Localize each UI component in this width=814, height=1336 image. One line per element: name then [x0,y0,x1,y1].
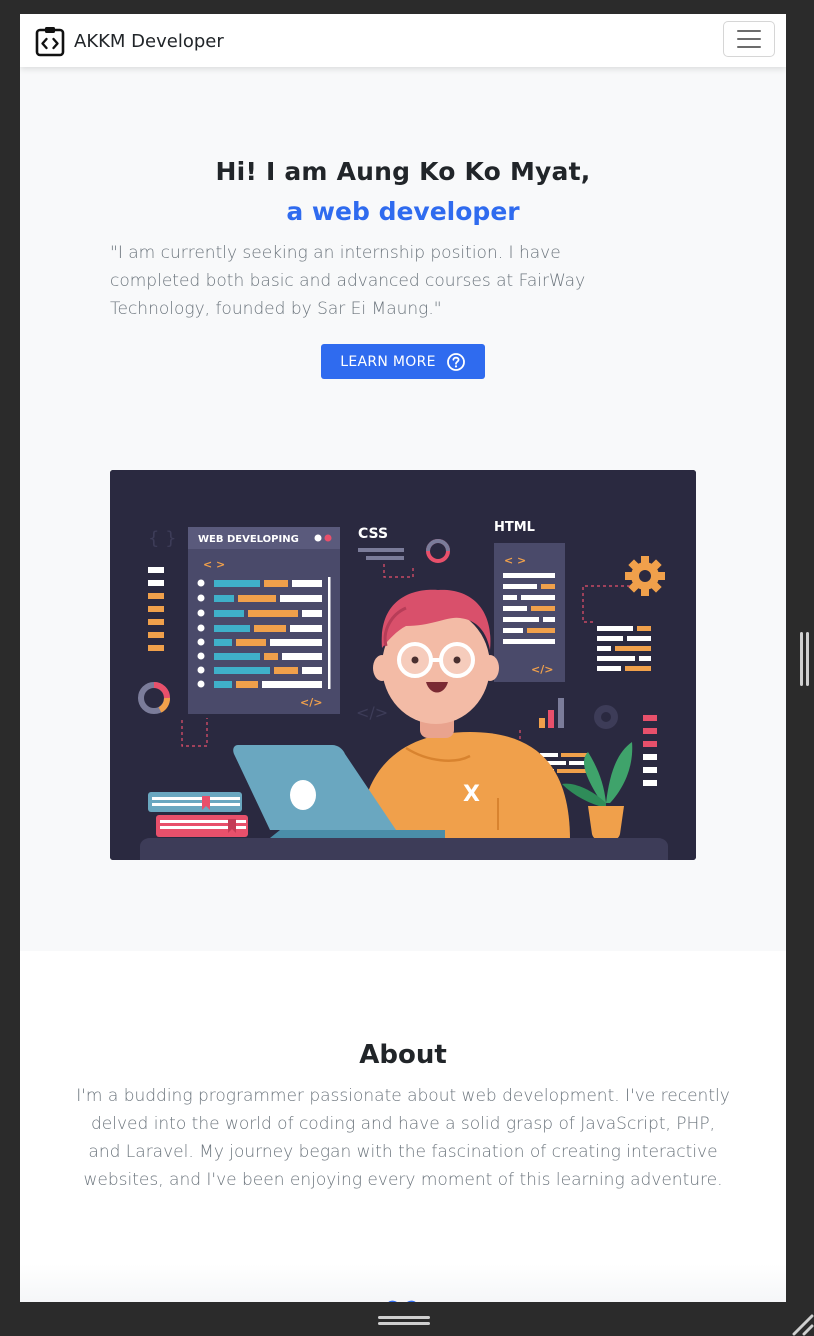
question-circle-icon [446,352,465,371]
web-panel-open-tag: < > [203,558,225,571]
faint-code-tag: </> [356,703,388,722]
hero-quote: "I am currently seeking an internship po… [110,243,586,319]
learn-more-label: LEARN MORE [340,353,436,370]
hamburger-menu-icon [737,38,761,40]
brackets-text: { } [148,528,177,549]
css-label: CSS [358,526,388,542]
navbar: AKKM Developer [20,14,786,67]
html-panel-open-tag: < > [504,554,526,567]
handle-line [378,1322,430,1325]
hamburger-menu-icon [737,46,761,48]
about-section: About I'm a budding programmer passionat… [20,951,786,1271]
html-panel-close-tag: </> [531,663,553,676]
web-panel-title: WEB DEVELOPING [198,534,299,545]
developer-illustration: { } WEB DEVELOPING < > </> CSS HTML < > … [110,470,696,860]
heart-icon [388,1300,416,1302]
handle-line [806,632,809,686]
hamburger-menu-icon [737,30,761,32]
handle-line [378,1316,430,1319]
html-label: HTML [494,520,535,535]
hero-title: Hi! I am Aung Ko Ko Myat, [215,157,591,186]
developer-illustration-art: { } WEB DEVELOPING < > </> CSS HTML < > … [110,470,696,860]
web-developing-panel: WEB DEVELOPING < > </> [188,527,340,714]
about-text: I'm a budding programmer passionate abou… [76,1086,730,1190]
hero-subtitle: a web developer [286,197,520,226]
corner-resize-grip-icon[interactable] [790,1310,814,1336]
handle-line [800,632,803,686]
about-title: About [359,1040,447,1070]
bottom-resize-handle[interactable] [378,1316,430,1328]
cog-dark-icon [594,705,618,729]
brand-text: AKKM Developer [74,30,224,52]
code-clipboard-icon [35,27,65,57]
navbar-toggler-button[interactable] [723,21,775,57]
right-resize-handle[interactable] [800,632,812,686]
html-panel: < > </> [494,543,565,682]
hero-section: Hi! I am Aung Ko Ko Myat, a web develope… [20,67,786,951]
browser-viewport: AKKM Developer Hi! I am Aung Ko Ko Myat,… [20,14,786,1302]
navbar-brand[interactable]: AKKM Developer [34,25,224,57]
learn-more-button[interactable]: LEARN MORE [321,344,485,379]
shirt-letter: X [463,782,480,807]
web-panel-close-tag: </> [300,696,322,709]
